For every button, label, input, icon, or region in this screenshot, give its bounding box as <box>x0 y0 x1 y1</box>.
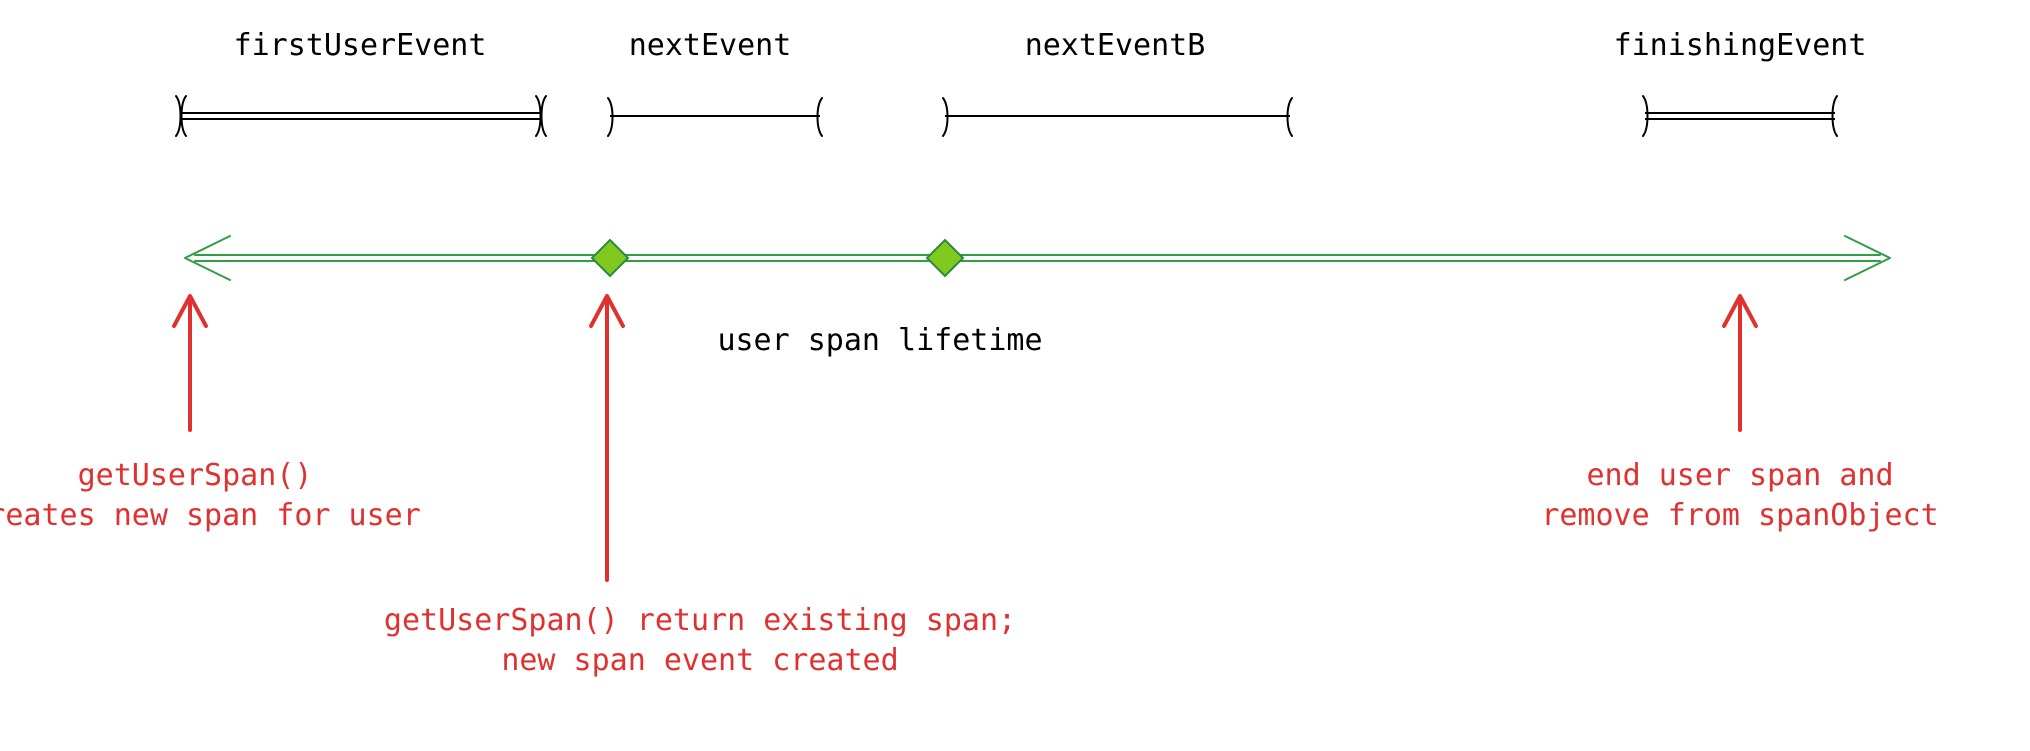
span-first-user-event <box>176 96 546 136</box>
label-next-event: nextEvent <box>629 28 792 63</box>
span-next-event <box>608 98 822 136</box>
span-lifetime-diagram: firstUserEvent nextEvent nextEventB fini… <box>0 0 2030 751</box>
timeline-marker-2 <box>927 240 963 276</box>
annotation-existing-line1: getUserSpan() return existing span; <box>384 603 1016 638</box>
timeline-marker-1 <box>592 240 628 276</box>
annotation-end-line1: end user span and <box>1586 458 1893 493</box>
annotation-end-span: end user span and remove from spanObject <box>1541 296 1938 533</box>
span-finishing-event <box>1643 96 1837 136</box>
annotation-create-line1: getUserSpan() <box>78 458 313 493</box>
annotation-create-line2: creates new span for user <box>0 498 421 533</box>
annotation-create-span: getUserSpan() creates new span for user <box>0 296 421 533</box>
annotation-existing-line2: new span event created <box>501 643 898 678</box>
annotation-end-line2: remove from spanObject <box>1541 498 1938 533</box>
label-next-event-b: nextEventB <box>1025 28 1206 63</box>
label-finishing-event: finishingEvent <box>1614 28 1867 63</box>
span-next-event-b <box>943 98 1292 136</box>
lifetime-label: user span lifetime <box>717 323 1042 358</box>
label-first-user-event: firstUserEvent <box>234 28 487 63</box>
user-span-timeline <box>185 236 1890 280</box>
